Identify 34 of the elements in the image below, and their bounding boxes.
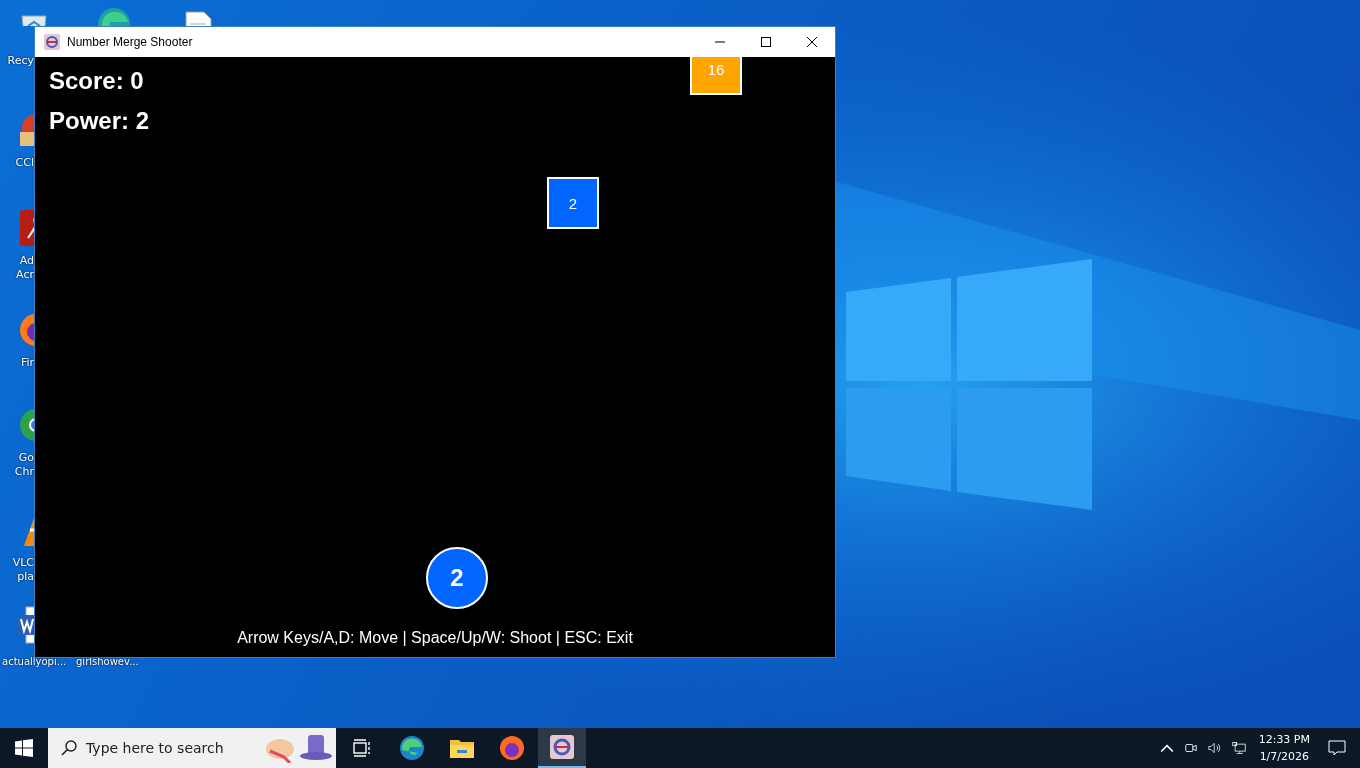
icon-label: actuallyopi... xyxy=(2,655,67,669)
maximize-icon xyxy=(761,37,771,47)
search-field[interactable]: Type here to search xyxy=(86,740,256,756)
volume-icon[interactable] xyxy=(1207,741,1222,755)
icon-label: VLC pla xyxy=(11,556,34,584)
folder-icon xyxy=(449,737,475,759)
number-block: 2 xyxy=(547,177,599,229)
icon-label: Go Chr xyxy=(13,451,34,479)
search-icon xyxy=(61,740,77,756)
icon-label: Recy xyxy=(6,54,34,68)
app-icon xyxy=(44,34,60,50)
controls-hint: Arrow Keys/A,D: Move | Space/Up/W: Shoot | ESC: Exit xyxy=(236,629,634,647)
shooter-ball: 2 xyxy=(426,547,488,609)
network-icon[interactable] xyxy=(1231,741,1246,755)
firefox-icon xyxy=(499,735,525,761)
icon-label: CCl xyxy=(14,156,34,170)
app-icon xyxy=(549,734,575,760)
hats-icon xyxy=(264,733,334,763)
notification-icon[interactable] xyxy=(1328,740,1346,756)
number-block: 16 xyxy=(690,57,742,95)
close-icon xyxy=(807,37,817,47)
icon-label: Ad Acr xyxy=(15,254,34,282)
windows-logo-icon xyxy=(15,739,33,757)
icon-label: Fir xyxy=(19,356,34,370)
window-title: Number Merge Shooter xyxy=(67,35,193,49)
taskbar-app[interactable] xyxy=(538,728,586,768)
icon-label: girlshowev... xyxy=(76,655,139,669)
camera-icon[interactable] xyxy=(1183,741,1198,755)
edge-icon xyxy=(399,735,425,761)
score-text: Score: 0 xyxy=(49,67,145,95)
task-view-icon xyxy=(352,739,372,757)
clock-date[interactable]: 1/7/2026 xyxy=(1259,748,1310,765)
clock-time[interactable]: 12:33 PM xyxy=(1258,731,1310,748)
power-text: Power: 2 xyxy=(49,107,150,135)
